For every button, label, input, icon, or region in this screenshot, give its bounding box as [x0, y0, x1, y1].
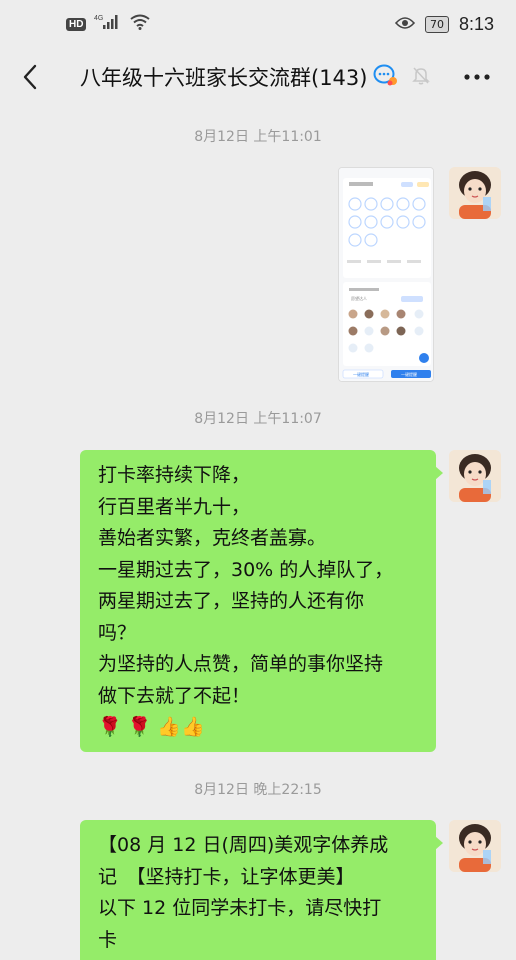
hd-badge: HD — [66, 17, 87, 31]
message-line: 做下去就了不起！ — [98, 684, 251, 707]
mini-screen-button-label: 一键提醒 — [353, 371, 369, 377]
more-button[interactable] — [460, 62, 494, 92]
wifi-icon — [130, 14, 151, 34]
mini-screen-label: 愿望达人 — [351, 295, 367, 301]
avatar-image — [449, 167, 501, 219]
message-line: 行百里者半九十， — [98, 495, 251, 518]
avatar[interactable] — [449, 820, 501, 872]
clock: 8:13 — [458, 13, 494, 34]
mini-screenshot-image: 愿望达人 一键提醒 一键提醒 — [339, 168, 433, 381]
chat-header: 八年级十六班家长交流群(143) — [0, 48, 516, 106]
signal-icon: 4G — [94, 13, 122, 35]
message-line: 卡 — [98, 928, 118, 951]
image-message[interactable]: 愿望达人 一键提醒 一键提醒 — [338, 167, 434, 382]
message-line: 【08 月 12 日(周四)美观字体养成 — [98, 834, 389, 856]
timestamp: 8月12日 上午11:01 — [194, 129, 322, 145]
message-line: 为坚持的人点赞，简单的事你坚持 — [98, 653, 384, 675]
avatar[interactable] — [449, 167, 501, 219]
message-line: 打卡率持续下降， — [98, 464, 251, 486]
timestamp: 8月12日 晚上22:15 — [194, 782, 322, 798]
message-line: 记 【坚持打卡，让字体更美】 — [98, 865, 355, 888]
emoji-line: 🌹 🌹 👍👍 — [98, 716, 205, 738]
mute-bell-icon — [411, 65, 431, 89]
mini-screen-button-label: 一键提醒 — [401, 371, 417, 377]
more-icon — [464, 74, 490, 80]
message-bubble[interactable]: 【08 月 12 日(周四)美观字体养成 记 【坚持打卡，让字体更美】 以下 1… — [80, 820, 443, 960]
message-line: 一星期过去了，30% 的人掉队了， — [98, 558, 394, 581]
message-line: 以下 12 位同学未打卡，请尽快打 — [98, 897, 382, 919]
back-arrow-icon — [23, 64, 37, 90]
chat-title: 八年级十六班家长交流群(143) — [80, 66, 368, 90]
back-button[interactable] — [16, 62, 44, 92]
message-line: 两星期过去了，坚持的人还有你 — [98, 590, 365, 612]
avatar[interactable] — [449, 450, 501, 502]
status-bar: HD 4G 70 8:13 — [0, 0, 516, 48]
avatar-image — [449, 820, 501, 872]
message-bubble[interactable]: 打卡率持续下降， 行百里者半九十， 善始者实繁，克终者盖寡。 一星期过去了，30… — [80, 450, 443, 752]
timestamp: 8月12日 上午11:07 — [194, 411, 322, 427]
avatar-image — [449, 450, 501, 502]
message-line: 善始者实繁，克终者盖寡。 — [98, 527, 327, 549]
battery-indicator: 70 — [424, 15, 449, 33]
eye-icon — [394, 15, 416, 34]
message-line: 吗？ — [98, 621, 137, 644]
network-label: 4G — [94, 15, 103, 22]
group-chat-icon — [373, 63, 399, 91]
